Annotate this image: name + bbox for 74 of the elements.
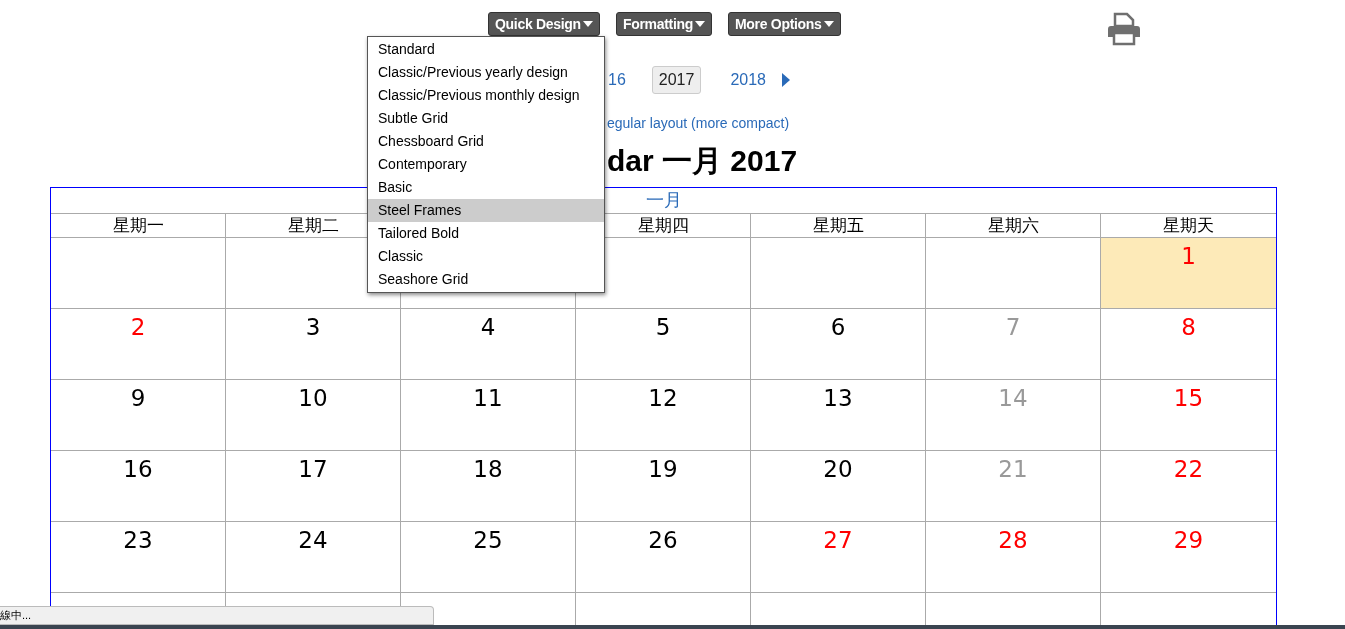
day-cell[interactable]: 20: [751, 451, 926, 522]
day-number: 2: [130, 314, 146, 340]
day-cell[interactable]: 26: [576, 522, 751, 593]
day-number: 8: [1181, 314, 1196, 340]
menu-item[interactable]: Subtle Grid: [368, 107, 604, 130]
day-cell[interactable]: 11: [401, 380, 576, 451]
year-link[interactable]: 2018: [729, 66, 767, 94]
menu-item[interactable]: Steel Frames: [368, 199, 604, 222]
day-number: 26: [648, 527, 678, 553]
day-cell[interactable]: 16: [51, 451, 226, 522]
menu-item[interactable]: Classic: [368, 245, 604, 268]
toolbar-dropdown-button[interactable]: Quick Design: [488, 12, 600, 36]
next-arrow-icon[interactable]: [782, 73, 790, 87]
day-number: 24: [298, 527, 328, 553]
toolbar-dropdown-button[interactable]: More Options: [728, 12, 841, 36]
day-cell[interactable]: 28: [926, 522, 1101, 593]
day-cell[interactable]: 18: [401, 451, 576, 522]
day-cell[interactable]: 23: [51, 522, 226, 593]
day-number: 29: [1173, 527, 1204, 553]
day-number: 18: [473, 456, 503, 482]
year-link[interactable]: 16: [607, 66, 627, 94]
day-cell[interactable]: 4: [401, 309, 576, 380]
year-link[interactable]: 2017: [651, 66, 702, 94]
toolbar-dropdown-button[interactable]: Formatting: [615, 12, 712, 36]
caret-icon: [823, 21, 834, 27]
day-cell[interactable]: 2: [51, 309, 226, 380]
day-number: 9: [130, 385, 146, 411]
day-cell[interactable]: 25: [401, 522, 576, 593]
day-cell[interactable]: 10: [226, 380, 401, 451]
day-number: 3: [305, 314, 321, 340]
day-cell[interactable]: 9: [51, 380, 226, 451]
day-cell[interactable]: 17: [226, 451, 401, 522]
day-cell[interactable]: 6: [751, 309, 926, 380]
day-number: 28: [998, 527, 1028, 553]
print-icon[interactable]: [1105, 12, 1142, 46]
day-number: 4: [480, 314, 496, 340]
day-number: 1: [1181, 243, 1196, 269]
menu-item[interactable]: Contemporary: [368, 153, 604, 176]
day-number: 23: [123, 527, 153, 553]
day-number: 19: [648, 456, 678, 482]
day-number: 7: [1005, 314, 1021, 340]
day-number: 21: [998, 456, 1028, 482]
caret-icon: [582, 21, 593, 27]
menu-item[interactable]: Classic/Previous monthly design: [368, 84, 604, 107]
menu-item[interactable]: Basic: [368, 176, 604, 199]
day-cell[interactable]: 13: [751, 380, 926, 451]
menu-item[interactable]: Chessboard Grid: [368, 130, 604, 153]
day-number: 16: [123, 456, 153, 482]
day-number: 14: [998, 385, 1028, 411]
caret-icon: [695, 21, 705, 27]
day-number: 20: [823, 456, 853, 482]
menu-item[interactable]: Classic/Previous yearly design: [368, 61, 604, 84]
day-number: 12: [648, 385, 678, 411]
day-cell[interactable]: 3: [226, 309, 401, 380]
day-cell[interactable]: 27: [751, 522, 926, 593]
day-number: 15: [1173, 385, 1204, 411]
day-number: 10: [298, 385, 328, 411]
day-number: 6: [830, 314, 846, 340]
calendar-title: dar 一月 2017: [607, 143, 799, 179]
day-number: 22: [1173, 456, 1204, 482]
day-number: 13: [823, 385, 853, 411]
layout-link[interactable]: egular layout (more compact): [607, 115, 1345, 131]
menu-item[interactable]: Seashore Grid: [368, 268, 604, 291]
day-cell[interactable]: 12: [576, 380, 751, 451]
day-number: 11: [473, 385, 503, 411]
day-number: 27: [823, 527, 853, 553]
status-bar: 線中...: [0, 606, 434, 625]
day-cell[interactable]: 5: [576, 309, 751, 380]
day-cell[interactable]: 19: [576, 451, 751, 522]
day-number: 5: [655, 314, 671, 340]
menu-item[interactable]: Standard: [368, 38, 604, 61]
day-cell[interactable]: 24: [226, 522, 401, 593]
day-number: 17: [298, 456, 328, 482]
day-number: 25: [473, 527, 503, 553]
